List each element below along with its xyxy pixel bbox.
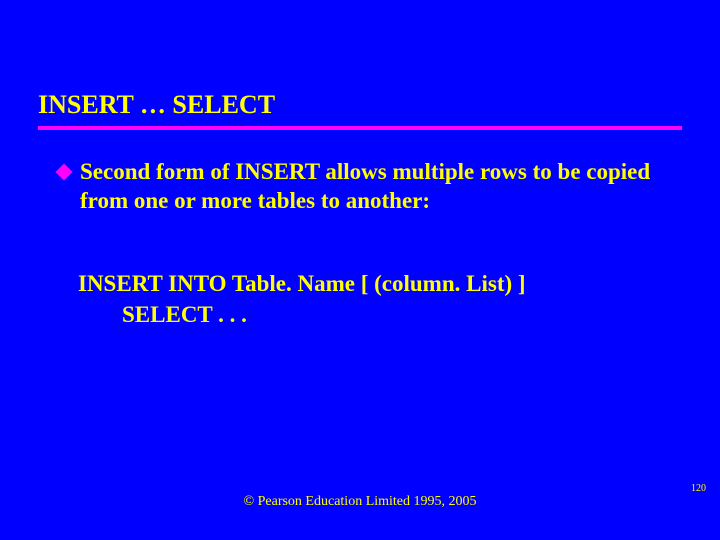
bullet-item: Second form of INSERT allows multiple ro… (58, 158, 682, 216)
code-block: INSERT INTO Table. Name [ (column. List)… (58, 268, 682, 330)
slide: INSERT … SELECT Second form of INSERT al… (0, 0, 720, 540)
diamond-bullet-icon (56, 164, 73, 181)
bullet-text: Second form of INSERT allows multiple ro… (80, 158, 682, 216)
code-line-1: INSERT INTO Table. Name [ (column. List)… (78, 268, 682, 299)
content-area: Second form of INSERT allows multiple ro… (38, 158, 682, 330)
slide-title: INSERT … SELECT (38, 90, 682, 130)
code-line-2: SELECT . . . (78, 299, 682, 330)
footer-copyright: © Pearson Education Limited 1995, 2005 (0, 494, 720, 510)
page-number: 120 (691, 483, 706, 494)
